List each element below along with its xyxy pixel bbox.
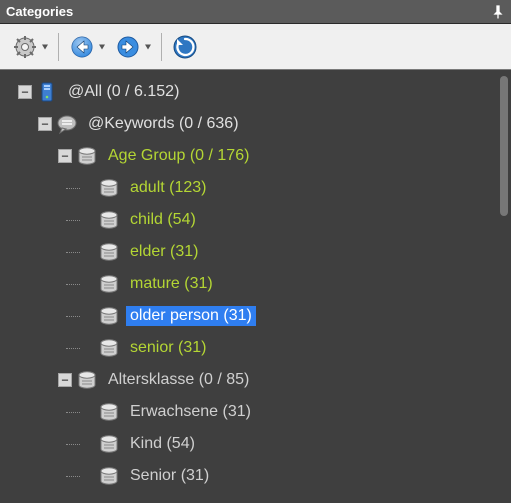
node-label: Senior (31): [126, 466, 213, 486]
tree-connector: [66, 284, 80, 285]
tree-node-erwachsene[interactable]: · Erwachsene (31): [4, 396, 497, 428]
database-icon: [98, 465, 120, 487]
tree-node-keywords[interactable]: − @Keywords (0 / 636): [4, 108, 497, 140]
tree-connector: [66, 476, 80, 477]
vertical-scrollbar[interactable]: [497, 70, 511, 503]
tree-connector: [66, 316, 80, 317]
refresh-button[interactable]: [168, 30, 202, 64]
toolbar: [0, 24, 511, 70]
tree-node-altersklasse[interactable]: − Altersklasse (0 / 85): [4, 364, 497, 396]
tree-connector: [66, 348, 80, 349]
database-icon: [76, 145, 98, 167]
database-icon: [76, 369, 98, 391]
tree-connector: [66, 252, 80, 253]
collapse-icon[interactable]: −: [38, 117, 52, 131]
database-icon: [98, 401, 120, 423]
tree-node-child[interactable]: · child (54): [4, 204, 497, 236]
database-icon: [98, 209, 120, 231]
database-icon: [98, 305, 120, 327]
category-tree[interactable]: − @All (0 / 6.152) −: [0, 70, 497, 503]
tree-node-adult[interactable]: · adult (123): [4, 172, 497, 204]
tree-connector: [66, 188, 80, 189]
node-label: Altersklasse (0 / 85): [104, 370, 253, 390]
tree-node-agegroup[interactable]: − Age Group (0 / 176): [4, 140, 497, 172]
tree-node-senior[interactable]: · senior (31): [4, 332, 497, 364]
toolbar-separator: [161, 33, 162, 61]
tree-node-kind[interactable]: · Kind (54): [4, 428, 497, 460]
node-label: Erwachsene (31): [126, 402, 255, 422]
panel-title: Categories: [6, 4, 73, 19]
tree-connector: [66, 412, 80, 413]
node-label: @Keywords (0 / 636): [84, 114, 243, 134]
nav-back-button[interactable]: [65, 30, 109, 64]
tree-connector: [66, 444, 80, 445]
database-icon: [98, 241, 120, 263]
collapse-icon[interactable]: −: [18, 85, 32, 99]
database-icon: [98, 433, 120, 455]
arrow-left-icon: [70, 35, 94, 59]
node-label: Age Group (0 / 176): [104, 146, 253, 166]
gear-icon: [13, 35, 37, 59]
node-label: mature (31): [126, 274, 217, 294]
tree-connector: [66, 220, 80, 221]
node-label: elder (31): [126, 242, 202, 262]
database-icon: [98, 273, 120, 295]
database-icon: [98, 337, 120, 359]
tree-node-elder[interactable]: · elder (31): [4, 236, 497, 268]
settings-button[interactable]: [8, 30, 52, 64]
tree-node-mature[interactable]: · mature (31): [4, 268, 497, 300]
tree-node-all[interactable]: − @All (0 / 6.152): [4, 76, 497, 108]
toolbar-separator: [58, 33, 59, 61]
nav-forward-button[interactable]: [111, 30, 155, 64]
tree-node-olderperson[interactable]: · older person (31): [4, 300, 497, 332]
tree-container: − @All (0 / 6.152) −: [0, 70, 511, 503]
refresh-icon: [172, 34, 198, 60]
node-label: child (54): [126, 210, 200, 230]
pin-icon[interactable]: [491, 5, 505, 19]
node-label: older person (31): [126, 306, 256, 326]
panel-titlebar: Categories: [0, 0, 511, 24]
scrollbar-thumb[interactable]: [500, 76, 508, 216]
server-icon: [36, 81, 58, 103]
node-label: Kind (54): [126, 434, 199, 454]
speech-bubble-icon: [56, 113, 78, 135]
node-label: senior (31): [126, 338, 210, 358]
node-label: @All (0 / 6.152): [64, 82, 183, 102]
tree-node-senior-de[interactable]: · Senior (31): [4, 460, 497, 492]
categories-panel: Categories: [0, 0, 511, 503]
database-icon: [98, 177, 120, 199]
collapse-icon[interactable]: −: [58, 149, 72, 163]
arrow-right-icon: [116, 35, 140, 59]
node-label: adult (123): [126, 178, 211, 198]
collapse-icon[interactable]: −: [58, 373, 72, 387]
